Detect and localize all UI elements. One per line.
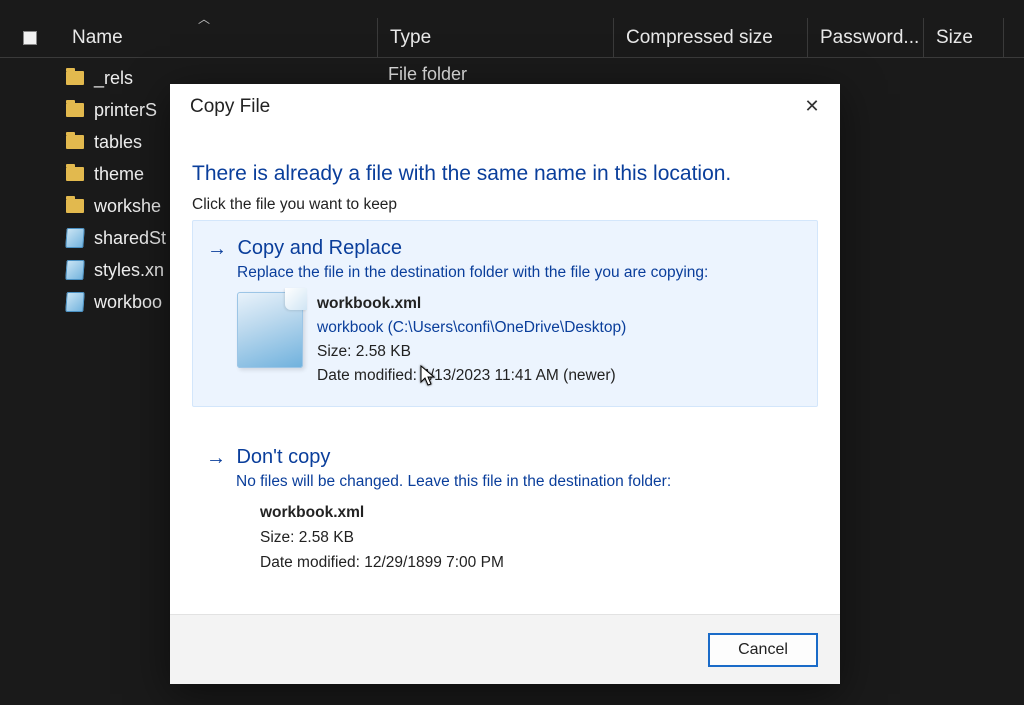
column-name-label: Name: [72, 27, 123, 49]
select-all-checkbox[interactable]: [0, 31, 60, 45]
file-name: workbook.xml: [317, 292, 626, 316]
option-copy-and-replace[interactable]: → Copy and Replace Replace the file in t…: [192, 220, 818, 407]
explorer-background: Name ︿ Type Compressed size Password... …: [0, 0, 1024, 705]
column-headers: Name ︿ Type Compressed size Password... …: [0, 18, 1024, 58]
folder-icon: [66, 167, 84, 181]
xml-file-icon: [65, 260, 84, 280]
column-compressed-size[interactable]: Compressed size: [614, 18, 808, 57]
xml-file-icon: [65, 292, 84, 312]
destination-file-card: workbook.xml Size: 2.58 KB Date modified…: [260, 501, 804, 575]
file-icon: [237, 292, 303, 368]
arrow-right-icon: →: [207, 238, 227, 261]
copy-file-dialog: Copy File ✕ There is already a file with…: [170, 84, 840, 684]
folder-icon: [66, 199, 84, 213]
close-button[interactable]: ✕: [798, 92, 826, 120]
column-size[interactable]: Size: [924, 18, 1004, 57]
sort-caret-icon: ︿: [198, 10, 210, 27]
option-title: Copy and Replace: [237, 237, 402, 259]
file-date: Date modified: 4/13/2023 11:41 AM (newer…: [317, 364, 626, 388]
cancel-button[interactable]: Cancel: [708, 633, 818, 667]
file-size: Size: 2.58 KB: [260, 526, 804, 551]
dialog-headline: There is already a file with the same na…: [192, 162, 731, 186]
folder-icon: [66, 71, 84, 85]
option-description: Replace the file in the destination fold…: [237, 264, 803, 282]
folder-icon: [66, 103, 84, 117]
source-file-card: workbook.xml workbook (C:\Users\confi\On…: [237, 292, 803, 388]
column-password[interactable]: Password...: [808, 18, 924, 57]
folder-icon: [66, 135, 84, 149]
close-icon: ✕: [804, 96, 819, 117]
dialog-title: Copy File: [190, 96, 270, 118]
option-description: No files will be changed. Leave this fil…: [236, 473, 804, 491]
arrow-right-icon: →: [206, 447, 226, 470]
file-path: workbook (C:\Users\confi\OneDrive\Deskto…: [317, 316, 626, 340]
file-name: workbook.xml: [260, 501, 804, 526]
file-size: Size: 2.58 KB: [317, 340, 626, 364]
column-name[interactable]: Name ︿: [60, 18, 378, 57]
option-dont-copy[interactable]: → Don't copy No files will be changed. L…: [192, 430, 818, 593]
dialog-footer: Cancel: [170, 614, 840, 684]
file-date: Date modified: 12/29/1899 7:00 PM: [260, 551, 804, 576]
column-type[interactable]: Type: [378, 18, 614, 57]
option-title: Don't copy: [236, 446, 330, 468]
xml-file-icon: [65, 228, 84, 248]
type-cell: File folder: [388, 64, 467, 85]
dialog-subtext: Click the file you want to keep: [192, 196, 397, 214]
